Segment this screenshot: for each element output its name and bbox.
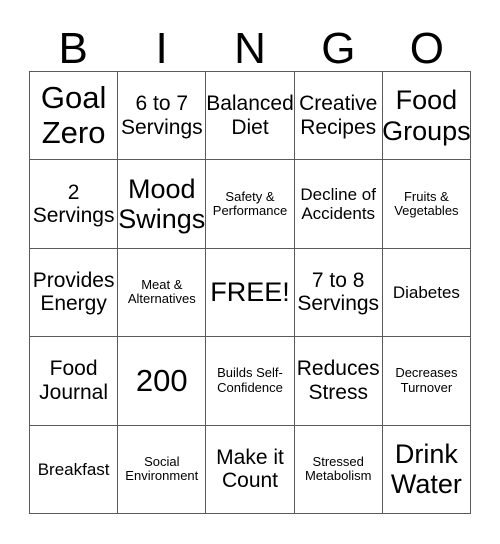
header-letter-o: O [409,24,444,73]
bingo-grid: Goal Zero 6 to 7 Servings Balanced Diet … [29,71,471,514]
bingo-cell-r5c5[interactable]: Drink Water [382,425,471,514]
bingo-cell-r5c1[interactable]: Breakfast [30,425,119,514]
bingo-cell-r3c5[interactable]: Diabetes [382,248,471,338]
bingo-cell-r4c4[interactable]: Reduces Stress [294,337,383,426]
bingo-cell-r2c3[interactable]: Safety & Performance [206,160,295,249]
bingo-cell-r3c4[interactable]: 7 to 8 Servings [294,248,383,338]
bingo-cell-r4c1[interactable]: Food Journal [30,337,119,426]
bingo-cell-r1c5[interactable]: Food Groups [382,72,471,161]
bingo-cell-r4c2[interactable]: 200 [118,337,207,426]
bingo-cell-free[interactable]: FREE! [206,248,295,338]
bingo-header: B I N G O [29,16,471,71]
header-letter-n: N [234,24,266,73]
bingo-cell-r1c2[interactable]: 6 to 7 Servings [118,72,207,161]
bingo-cell-r4c3[interactable]: Builds Self-Confidence [206,337,295,426]
bingo-cell-r1c3[interactable]: Balanced Diet [206,72,295,161]
bingo-cell-r2c5[interactable]: Fruits & Vegetables [382,160,471,249]
bingo-card: B I N G O Goal Zero 6 to 7 Servings Bala… [0,0,500,544]
bingo-cell-r4c5[interactable]: Decreases Turnover [382,337,471,426]
bingo-cell-r3c1[interactable]: Provides Energy [30,248,119,338]
header-letter-i: I [155,24,168,73]
bingo-cell-r5c2[interactable]: Social Environment [118,425,207,514]
header-letter-b: B [58,24,88,73]
bingo-cell-r2c2[interactable]: Mood Swings [118,160,207,249]
bingo-cell-r3c2[interactable]: Meat & Alternatives [118,248,207,338]
bingo-cell-r1c4[interactable]: Creative Recipes [294,72,383,161]
bingo-cell-r5c3[interactable]: Make it Count [206,425,295,514]
bingo-cell-r5c4[interactable]: Stressed Metabolism [294,425,383,514]
bingo-cell-r2c4[interactable]: Decline of Accidents [294,160,383,249]
header-letter-g: G [321,24,356,73]
bingo-cell-r2c1[interactable]: 2 Servings [30,160,119,249]
bingo-cell-r1c1[interactable]: Goal Zero [30,72,119,161]
